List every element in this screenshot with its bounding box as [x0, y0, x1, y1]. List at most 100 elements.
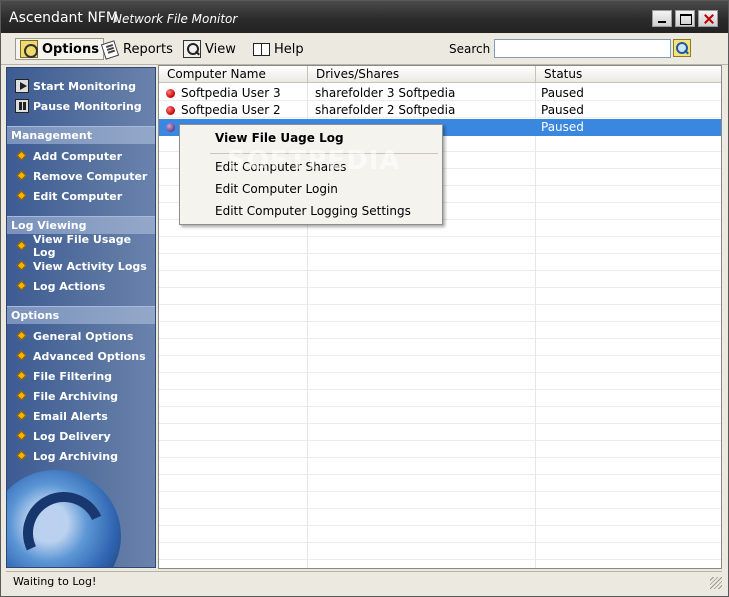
menu-item-editt-computer-logging-settings[interactable]: Editt Computer Logging Settings — [215, 201, 411, 221]
sidebar-item-file-archiving[interactable]: File Archiving — [7, 386, 155, 406]
row-divider — [159, 423, 721, 424]
task-sidebar: Start Monitoring Pause Monitoring Managem… — [6, 67, 156, 568]
column-header-status[interactable]: Status — [536, 66, 721, 83]
row-divider — [159, 491, 721, 492]
toolbar: Options Reports View Help Search — [1, 33, 728, 65]
sidebar-item-view-activity-logs[interactable]: View Activity Logs — [7, 256, 155, 276]
sidebar-item-label: File Archiving — [33, 389, 119, 403]
row-divider — [159, 508, 721, 509]
status-cell: Paused — [541, 120, 584, 134]
search-input[interactable] — [494, 39, 671, 58]
app-subtitle: Network File Monitor — [113, 12, 238, 26]
bullet-icon — [16, 170, 27, 181]
menu-item-view-file-uage-log[interactable]: View File Uage Log — [215, 128, 344, 148]
sidebar-item-remove-computer[interactable]: Remove Computer — [7, 166, 155, 186]
sidebar-item-edit-computer[interactable]: Edit Computer — [7, 186, 155, 206]
sidebar-item-label: Advanced Options — [33, 349, 146, 363]
row-divider — [159, 542, 721, 543]
monitoring-group: Start Monitoring Pause Monitoring — [7, 68, 155, 116]
row-divider — [159, 304, 721, 305]
sidebar-item-advanced-options[interactable]: Advanced Options — [7, 346, 155, 366]
computer-name-cell: Softpedia User 3 — [181, 86, 281, 100]
bullet-icon — [16, 150, 27, 161]
bullet-icon — [16, 370, 27, 381]
sidebar-sections: Management Add Computer Remove Computer Edi… — [7, 126, 155, 466]
computer-name-cell: Softpedia User 2 — [181, 103, 281, 117]
sidebar-item-label: Start Monitoring — [33, 79, 136, 93]
sidebar-item-general-options[interactable]: General Options — [7, 326, 155, 346]
column-divider — [535, 83, 536, 568]
reports-icon — [101, 40, 119, 58]
sidebar-item-pause-monitoring[interactable]: Pause Monitoring — [7, 96, 155, 116]
status-bar: Waiting to Log! — [6, 571, 722, 591]
sidebar-item-view-file-usage-log[interactable]: View File Usage Log — [7, 233, 155, 259]
status-dot-icon — [166, 89, 175, 98]
row-divider — [159, 474, 721, 475]
sidebar-item-log-archiving[interactable]: Log Archiving — [7, 446, 155, 466]
column-header-computer-name[interactable]: Computer Name — [159, 66, 308, 83]
row-divider — [159, 525, 721, 526]
bullet-icon — [16, 450, 27, 461]
column-header-drives-shares[interactable]: Drives/Shares — [308, 66, 536, 83]
main-window: Ascendant NFM Network File Monitor Optio… — [0, 0, 729, 597]
title-bar[interactable]: Ascendant NFM Network File Monitor — [1, 1, 728, 33]
bullet-icon — [16, 410, 27, 421]
row-divider — [159, 389, 721, 390]
sidebar-item-label: Log Actions — [33, 279, 106, 293]
sidebar-item-label: Edit Computer — [33, 189, 123, 203]
bullet-icon — [16, 280, 27, 291]
sidebar-item-label: Log Archiving — [33, 449, 118, 463]
maximize-button[interactable] — [675, 10, 695, 27]
status-cell: Paused — [541, 103, 584, 117]
sidebar-section-log-viewing: Log Viewing — [7, 216, 155, 234]
magnifier-icon — [183, 40, 201, 58]
bullet-icon — [16, 430, 27, 441]
sidebar-section-management: Management — [7, 126, 155, 144]
menu-item-edit-computer-login[interactable]: Edit Computer Login — [215, 179, 338, 199]
table-row[interactable]: Softpedia User 2 sharefolder 2 Softpedia P… — [159, 102, 721, 119]
sidebar-item-label: General Options — [33, 329, 134, 343]
sidebar-item-label: File Filtering — [33, 369, 113, 383]
watermark: SOFTPEDIA — [227, 146, 401, 176]
bullet-icon — [16, 390, 27, 401]
resize-grip-icon[interactable] — [710, 577, 722, 589]
sidebar-section-options: Options — [7, 306, 155, 324]
close-button[interactable] — [698, 10, 718, 27]
sidebar-item-add-computer[interactable]: Add Computer — [7, 146, 155, 166]
sidebar-item-log-actions[interactable]: Log Actions — [7, 276, 155, 296]
row-divider — [159, 457, 721, 458]
options-menu-button[interactable]: Options — [15, 38, 104, 60]
row-divider — [159, 406, 721, 407]
row-divider — [159, 236, 721, 237]
search-button[interactable] — [673, 39, 691, 57]
row-divider — [159, 253, 721, 254]
sidebar-item-file-filtering[interactable]: File Filtering — [7, 366, 155, 386]
sidebar-item-label: Add Computer — [33, 149, 123, 163]
minimize-button[interactable] — [652, 10, 672, 27]
search-label: Search — [449, 42, 491, 56]
book-icon — [252, 40, 270, 58]
app-title: Ascendant NFM — [9, 10, 118, 26]
reports-menu-button[interactable]: Reports — [101, 38, 173, 60]
status-text: Waiting to Log! — [13, 575, 97, 588]
sidebar-item-label: View Activity Logs — [33, 259, 147, 273]
play-icon — [15, 79, 29, 93]
options-label: Options — [42, 41, 99, 57]
row-divider — [159, 270, 721, 271]
pause-icon — [15, 99, 29, 113]
table-row[interactable]: Softpedia User 3 sharefolder 3 Softpedia P… — [159, 85, 721, 102]
row-divider — [159, 372, 721, 373]
sidebar-item-log-delivery[interactable]: Log Delivery — [7, 426, 155, 446]
view-label: View — [205, 41, 236, 57]
sidebar-item-email-alerts[interactable]: Email Alerts — [7, 406, 155, 426]
reports-label: Reports — [123, 41, 173, 57]
sidebar-item-start-monitoring[interactable]: Start Monitoring — [7, 76, 155, 96]
help-label: Help — [274, 41, 304, 57]
help-menu-button[interactable]: Help — [252, 38, 304, 60]
sidebar-item-label: Log Delivery — [33, 429, 111, 443]
row-divider — [159, 321, 721, 322]
bullet-icon — [16, 350, 27, 361]
drives-shares-cell: sharefolder 2 Softpedia — [315, 103, 456, 117]
view-menu-button[interactable]: View — [183, 38, 236, 60]
status-dot-icon — [166, 123, 175, 132]
